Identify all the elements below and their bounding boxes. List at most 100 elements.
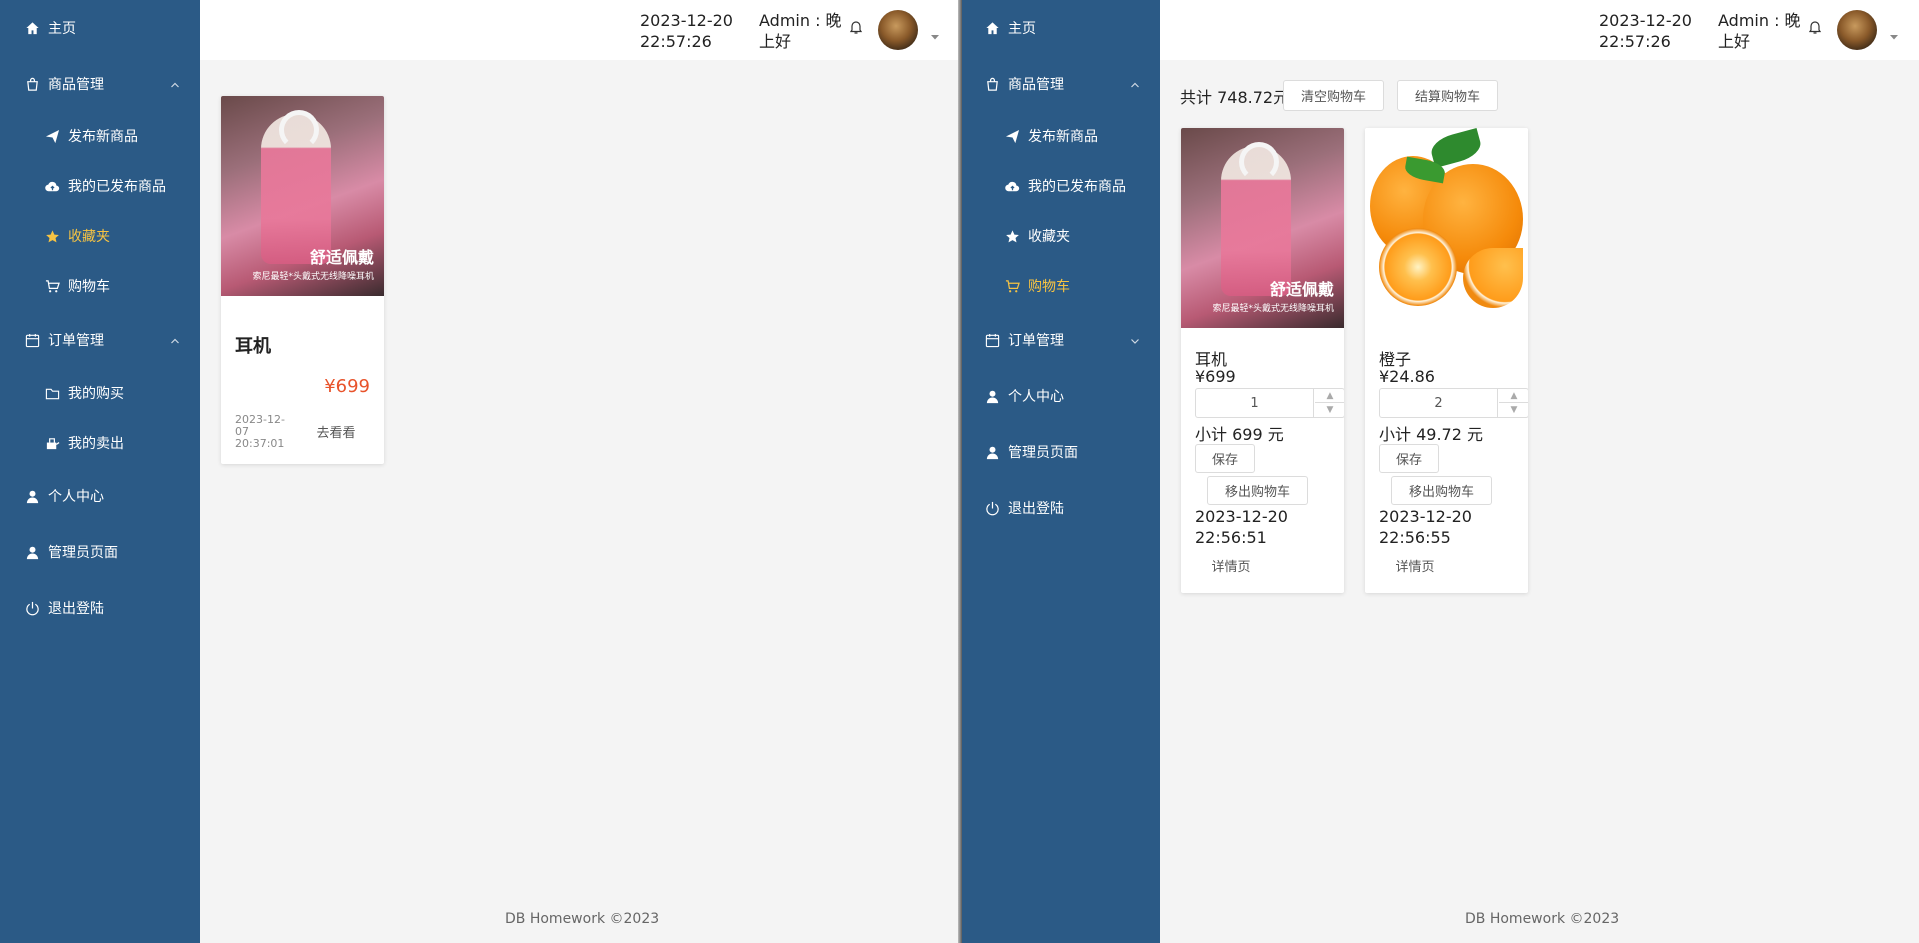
nav-favorites[interactable]: 收藏夹 <box>0 216 200 256</box>
decrement-button[interactable]: ▼ <box>1499 403 1528 417</box>
decrement-button[interactable]: ▼ <box>1315 403 1344 417</box>
quantity-stepper[interactable]: 2 ▲ ▼ <box>1379 388 1528 418</box>
detail-page-button[interactable]: 详情页 <box>1201 550 1261 580</box>
chevron-up-icon <box>170 334 180 344</box>
nav-label: 商品管理 <box>48 77 104 93</box>
calendar-icon <box>24 332 40 348</box>
subtotal: 小计 699 元 <box>1195 425 1284 444</box>
bell-icon[interactable] <box>848 19 864 35</box>
sell-icon <box>44 435 60 451</box>
bell-icon[interactable] <box>1807 19 1823 35</box>
clear-cart-button[interactable]: 清空购物车 <box>1283 80 1384 111</box>
nav-label: 主页 <box>48 21 76 37</box>
header-time: 22:57:26 <box>1599 32 1671 51</box>
cart-icon <box>44 278 60 294</box>
product-image-headphones[interactable]: 舒适佩戴 索尼最轻*头戴式无线降噪耳机 <box>1181 128 1344 328</box>
nav-publish[interactable]: 发布新商品 <box>0 116 200 156</box>
nav-home[interactable]: 主页 <box>960 8 1160 48</box>
caret-down-icon[interactable] <box>930 26 940 40</box>
right-window-cart: 主页 商品管理 发布新商品 我的已发布商品 收藏夹 购物车 订单管理 个人中心 … <box>960 0 1919 943</box>
nav-goods-group[interactable]: 商品管理 <box>0 64 200 104</box>
sidebar: 主页 商品管理 发布新商品 我的已发布商品 收藏夹 购物车 <box>0 0 200 943</box>
cloud-upload-icon <box>1004 178 1020 194</box>
leaf-shape <box>1428 128 1484 168</box>
header-datetime: 2023-12-20 22:57:26 <box>640 10 733 52</box>
remove-from-cart-button[interactable]: 移出购物车 <box>1207 476 1308 505</box>
nav-orders-group[interactable]: 订单管理 <box>0 320 200 360</box>
greeting-line-1: Admin : 晚 <box>1718 11 1801 30</box>
user-icon <box>24 488 40 504</box>
nav-label: 发布新商品 <box>68 129 138 145</box>
photo-caption: 舒适佩戴 <box>1269 280 1334 299</box>
nav-favorites[interactable]: 收藏夹 <box>960 216 1160 256</box>
nav-my-sales[interactable]: 我的卖出 <box>0 423 200 463</box>
nav-profile[interactable]: 个人中心 <box>960 376 1160 416</box>
user-icon <box>24 544 40 560</box>
nav-home[interactable]: 主页 <box>0 8 200 48</box>
checkout-cart-button[interactable]: 结算购物车 <box>1397 80 1498 111</box>
product-image-oranges[interactable] <box>1365 128 1528 328</box>
cart-item-card: 舒适佩戴 索尼最轻*头戴式无线降噪耳机 耳机 ¥699 1 ▲ ▼ 小计 699… <box>1181 128 1344 593</box>
save-button[interactable]: 保存 <box>1379 444 1439 473</box>
footer-text: DB Homework ©2023 <box>505 911 660 927</box>
send-icon <box>1004 128 1020 144</box>
nav-label: 发布新商品 <box>1028 129 1098 145</box>
product-title: 耳机 <box>235 336 271 357</box>
greeting-line-2: 上好 <box>759 32 792 51</box>
power-icon <box>24 600 40 616</box>
nav-my-published[interactable]: 我的已发布商品 <box>0 166 200 206</box>
added-time: 22:56:55 <box>1379 528 1451 547</box>
nav-cart[interactable]: 购物车 <box>0 266 200 306</box>
quantity-value[interactable]: 2 <box>1380 389 1498 417</box>
header-time: 22:57:26 <box>640 32 712 51</box>
nav-label: 购物车 <box>68 279 110 295</box>
nav-profile[interactable]: 个人中心 <box>0 476 200 516</box>
nav-my-purchases[interactable]: 我的购买 <box>0 373 200 413</box>
avatar[interactable] <box>878 10 918 50</box>
star-icon <box>44 228 60 244</box>
favorite-card[interactable]: 舒适佩戴 索尼最轻*头戴式无线降噪耳机 耳机 ¥699 2023-12- 07 … <box>221 96 384 464</box>
nav-my-published[interactable]: 我的已发布商品 <box>960 166 1160 206</box>
bag-icon <box>24 76 40 92</box>
detail-page-button[interactable]: 详情页 <box>1385 550 1445 580</box>
subtotal: 小计 49.72 元 <box>1379 425 1483 444</box>
nav-admin[interactable]: 管理员页面 <box>960 432 1160 472</box>
nav-label: 我的购买 <box>68 386 124 402</box>
cart-item-card: 橙子 ¥24.86 2 ▲ ▼ 小计 49.72 元 保存 移出购物车 2023… <box>1365 128 1528 593</box>
nav-logout[interactable]: 退出登陆 <box>0 588 200 628</box>
increment-button[interactable]: ▲ <box>1315 389 1344 403</box>
product-price: ¥699 <box>1195 367 1236 386</box>
footer-text: DB Homework ©2023 <box>1465 911 1620 927</box>
nav-label: 我的已发布商品 <box>1028 179 1126 195</box>
goto-button[interactable]: 去看看 <box>301 416 371 446</box>
nav-admin[interactable]: 管理员页面 <box>0 532 200 572</box>
left-window-favorites: 主页 商品管理 发布新商品 我的已发布商品 收藏夹 购物车 订单管理 我的购买 … <box>0 0 960 943</box>
nav-label: 收藏夹 <box>1028 229 1070 245</box>
nav-label: 退出登陆 <box>1008 501 1064 517</box>
product-price: ¥699 <box>324 376 370 397</box>
user-icon <box>984 444 1000 460</box>
nav-goods-group[interactable]: 商品管理 <box>960 64 1160 104</box>
nav-label: 管理员页面 <box>1008 445 1078 461</box>
header-greeting: Admin : 晚 上好 <box>1718 10 1804 52</box>
remove-from-cart-button[interactable]: 移出购物车 <box>1391 476 1492 505</box>
window-divider <box>958 0 962 943</box>
save-button[interactable]: 保存 <box>1195 444 1255 473</box>
nav-label: 我的卖出 <box>68 436 124 452</box>
nav-publish[interactable]: 发布新商品 <box>960 116 1160 156</box>
calendar-icon <box>984 332 1000 348</box>
headphone-icon <box>279 110 319 150</box>
increment-button[interactable]: ▲ <box>1499 389 1528 403</box>
nav-label: 个人中心 <box>48 489 104 505</box>
send-icon <box>44 128 60 144</box>
product-image-headphones[interactable]: 舒适佩戴 索尼最轻*头戴式无线降噪耳机 <box>221 96 384 296</box>
nav-cart[interactable]: 购物车 <box>960 266 1160 306</box>
nav-logout[interactable]: 退出登陆 <box>960 488 1160 528</box>
star-icon <box>1004 228 1020 244</box>
nav-orders-group[interactable]: 订单管理 <box>960 320 1160 360</box>
quantity-stepper[interactable]: 1 ▲ ▼ <box>1195 388 1344 418</box>
quantity-value[interactable]: 1 <box>1196 389 1314 417</box>
caret-down-icon[interactable] <box>1889 26 1899 40</box>
avatar[interactable] <box>1837 10 1877 50</box>
orange-slice-shape <box>1463 248 1523 308</box>
